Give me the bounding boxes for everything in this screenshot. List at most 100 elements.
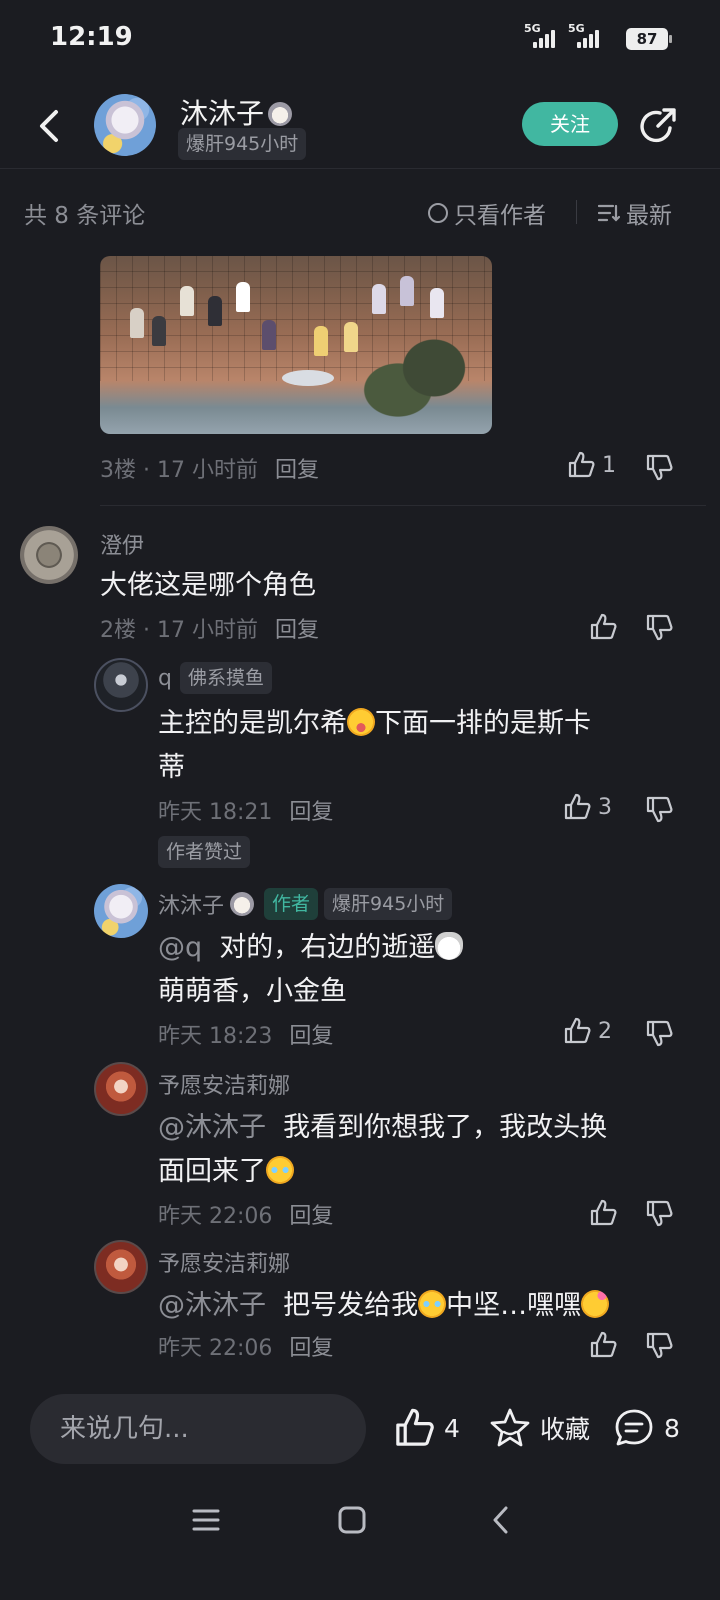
thumb-down-icon[interactable] bbox=[644, 794, 674, 824]
nav-back-icon[interactable] bbox=[486, 1504, 518, 1536]
signal-icon: 5G bbox=[524, 22, 562, 50]
thumb-up-icon bbox=[568, 451, 595, 478]
user-level-badge: 爆肝945小时 bbox=[178, 128, 307, 160]
avatar[interactable] bbox=[94, 658, 148, 712]
comment-meta: 3楼 · 17 小时前 回复 bbox=[100, 458, 319, 483]
sort-label: 最新 bbox=[626, 203, 672, 229]
cat-emoji-icon bbox=[435, 932, 464, 960]
thumb-down-icon[interactable] bbox=[644, 1330, 674, 1360]
reply-time: 昨天 22:06 bbox=[158, 1204, 273, 1229]
comment-meta: 2楼 · 17 小时前 回复 bbox=[100, 618, 319, 643]
collect-label: 收藏 bbox=[540, 1415, 591, 1444]
reply-time: 昨天 18:23 bbox=[158, 1024, 273, 1049]
sort-icon bbox=[598, 204, 620, 222]
floor-label: 3楼 bbox=[100, 458, 136, 483]
reply-button[interactable]: 回复 bbox=[289, 1204, 333, 1229]
status-time: 12:19 bbox=[50, 22, 133, 52]
follow-button[interactable]: 关注 bbox=[522, 102, 618, 146]
reply-button[interactable]: 回复 bbox=[275, 458, 319, 483]
reply-text: @q 对的，右边的逝遥 萌萌香，小金鱼 bbox=[158, 926, 678, 1014]
reply-meta: 昨天 22:06 回复 bbox=[158, 1198, 333, 1230]
author-only-toggle[interactable]: 只看作者 bbox=[428, 196, 546, 230]
reply-button[interactable]: 回复 bbox=[289, 1024, 333, 1049]
mention[interactable]: @沐沐子 bbox=[158, 1112, 266, 1143]
reply-meta: 昨天 22:06 回复 bbox=[158, 1330, 333, 1362]
like-count: 3 bbox=[598, 794, 612, 820]
post-like-count: 4 bbox=[444, 1413, 460, 1443]
commenter-name[interactable]: 澄伊 bbox=[100, 528, 144, 560]
comments-count: 8 bbox=[664, 1413, 680, 1443]
comment-time: 17 小时前 bbox=[156, 458, 258, 483]
avatar[interactable] bbox=[94, 1240, 148, 1294]
menu-icon[interactable] bbox=[190, 1504, 222, 1536]
tongue-emoji-icon bbox=[347, 708, 375, 736]
share-icon[interactable] bbox=[636, 104, 680, 148]
thumb-down-icon[interactable] bbox=[644, 452, 674, 482]
filter-divider bbox=[576, 200, 577, 224]
signal-icon-2: 5G bbox=[568, 22, 608, 50]
back-icon[interactable] bbox=[32, 108, 68, 144]
user-badge: 佛系摸鱼 bbox=[179, 662, 272, 694]
replier-name[interactable]: 予愿安洁莉娜 bbox=[158, 1246, 290, 1278]
avatar[interactable] bbox=[94, 1062, 148, 1116]
thumb-up-icon[interactable] bbox=[588, 1330, 618, 1360]
like-button[interactable]: 1 bbox=[566, 450, 616, 480]
reply-button[interactable]: 回复 bbox=[289, 1336, 333, 1361]
home-icon[interactable] bbox=[336, 1504, 368, 1536]
comment-image[interactable] bbox=[100, 256, 492, 434]
reply-header: q 佛系摸鱼 bbox=[158, 662, 272, 694]
comment-time: 17 小时前 bbox=[156, 618, 258, 643]
love-emoji-icon bbox=[581, 1290, 610, 1318]
reply-meta: 昨天 18:23 回复 bbox=[158, 1018, 333, 1050]
like-count: 1 bbox=[602, 452, 616, 478]
liked-by-author-badge: 作者赞过 bbox=[158, 836, 251, 868]
thumb-up-icon[interactable] bbox=[588, 1198, 618, 1228]
avatar[interactable] bbox=[20, 526, 78, 584]
thumb-down-icon[interactable] bbox=[644, 1018, 674, 1048]
avatar[interactable] bbox=[94, 884, 148, 938]
reply-text: @沐沐子 把号发给我 中坚…嘿嘿 bbox=[158, 1284, 698, 1328]
thumb-down-icon[interactable] bbox=[644, 1198, 674, 1228]
like-count: 2 bbox=[598, 1018, 612, 1044]
author-only-label: 只看作者 bbox=[454, 203, 546, 229]
like-button[interactable]: 3 bbox=[562, 792, 612, 822]
circle-icon bbox=[428, 203, 448, 223]
username-text: 沐沐子 bbox=[180, 97, 265, 130]
crying-emoji-icon bbox=[266, 1156, 294, 1184]
thumb-up-icon[interactable] bbox=[588, 612, 618, 642]
replier-name[interactable]: q bbox=[158, 666, 172, 691]
author-avatar[interactable] bbox=[94, 94, 156, 156]
thumb-up-icon bbox=[564, 1017, 591, 1044]
reply-button[interactable]: 回复 bbox=[275, 618, 319, 643]
avatar-badge-icon bbox=[268, 102, 293, 126]
avatar-badge-icon bbox=[230, 892, 255, 916]
thumb-up-icon bbox=[564, 793, 591, 820]
sort-newest[interactable]: 最新 bbox=[598, 196, 672, 230]
mention[interactable]: @沐沐子 bbox=[158, 1290, 266, 1321]
comments-button[interactable]: 8 bbox=[612, 1406, 680, 1450]
comment-input[interactable]: 来说几句... bbox=[30, 1394, 366, 1464]
post-like-button[interactable]: 4 bbox=[392, 1406, 460, 1450]
replier-name[interactable]: 沐沐子 bbox=[158, 888, 224, 920]
user-badge: 爆肝945小时 bbox=[324, 888, 453, 920]
comment-icon bbox=[615, 1409, 653, 1446]
floor-label: 2楼 bbox=[100, 618, 136, 643]
reply-time: 昨天 18:21 bbox=[158, 800, 273, 825]
reply-time: 昨天 22:06 bbox=[158, 1336, 273, 1361]
comment-text: 大佬这是哪个角色 bbox=[100, 570, 316, 601]
header-username[interactable]: 沐沐子 bbox=[180, 92, 293, 132]
comment-count: 共 8 条评论 bbox=[24, 203, 146, 229]
replier-name[interactable]: 予愿安洁莉娜 bbox=[158, 1068, 290, 1100]
like-button[interactable]: 2 bbox=[562, 1016, 612, 1046]
battery-icon: 87 bbox=[626, 28, 672, 50]
thumb-down-icon[interactable] bbox=[644, 612, 674, 642]
thumb-up-icon bbox=[396, 1408, 434, 1446]
header-divider bbox=[0, 168, 720, 169]
collect-button[interactable]: 收藏 bbox=[488, 1406, 590, 1450]
reply-button[interactable]: 回复 bbox=[289, 800, 333, 825]
reply-text: 主控的是凯尔希 下面一排的是斯卡蒂 bbox=[158, 708, 591, 783]
crying-emoji-icon bbox=[418, 1290, 447, 1318]
mention[interactable]: @q bbox=[158, 932, 202, 963]
reply-header: 沐沐子 作者 爆肝945小时 bbox=[158, 888, 453, 920]
reply-meta: 昨天 18:21 回复 bbox=[158, 794, 333, 826]
